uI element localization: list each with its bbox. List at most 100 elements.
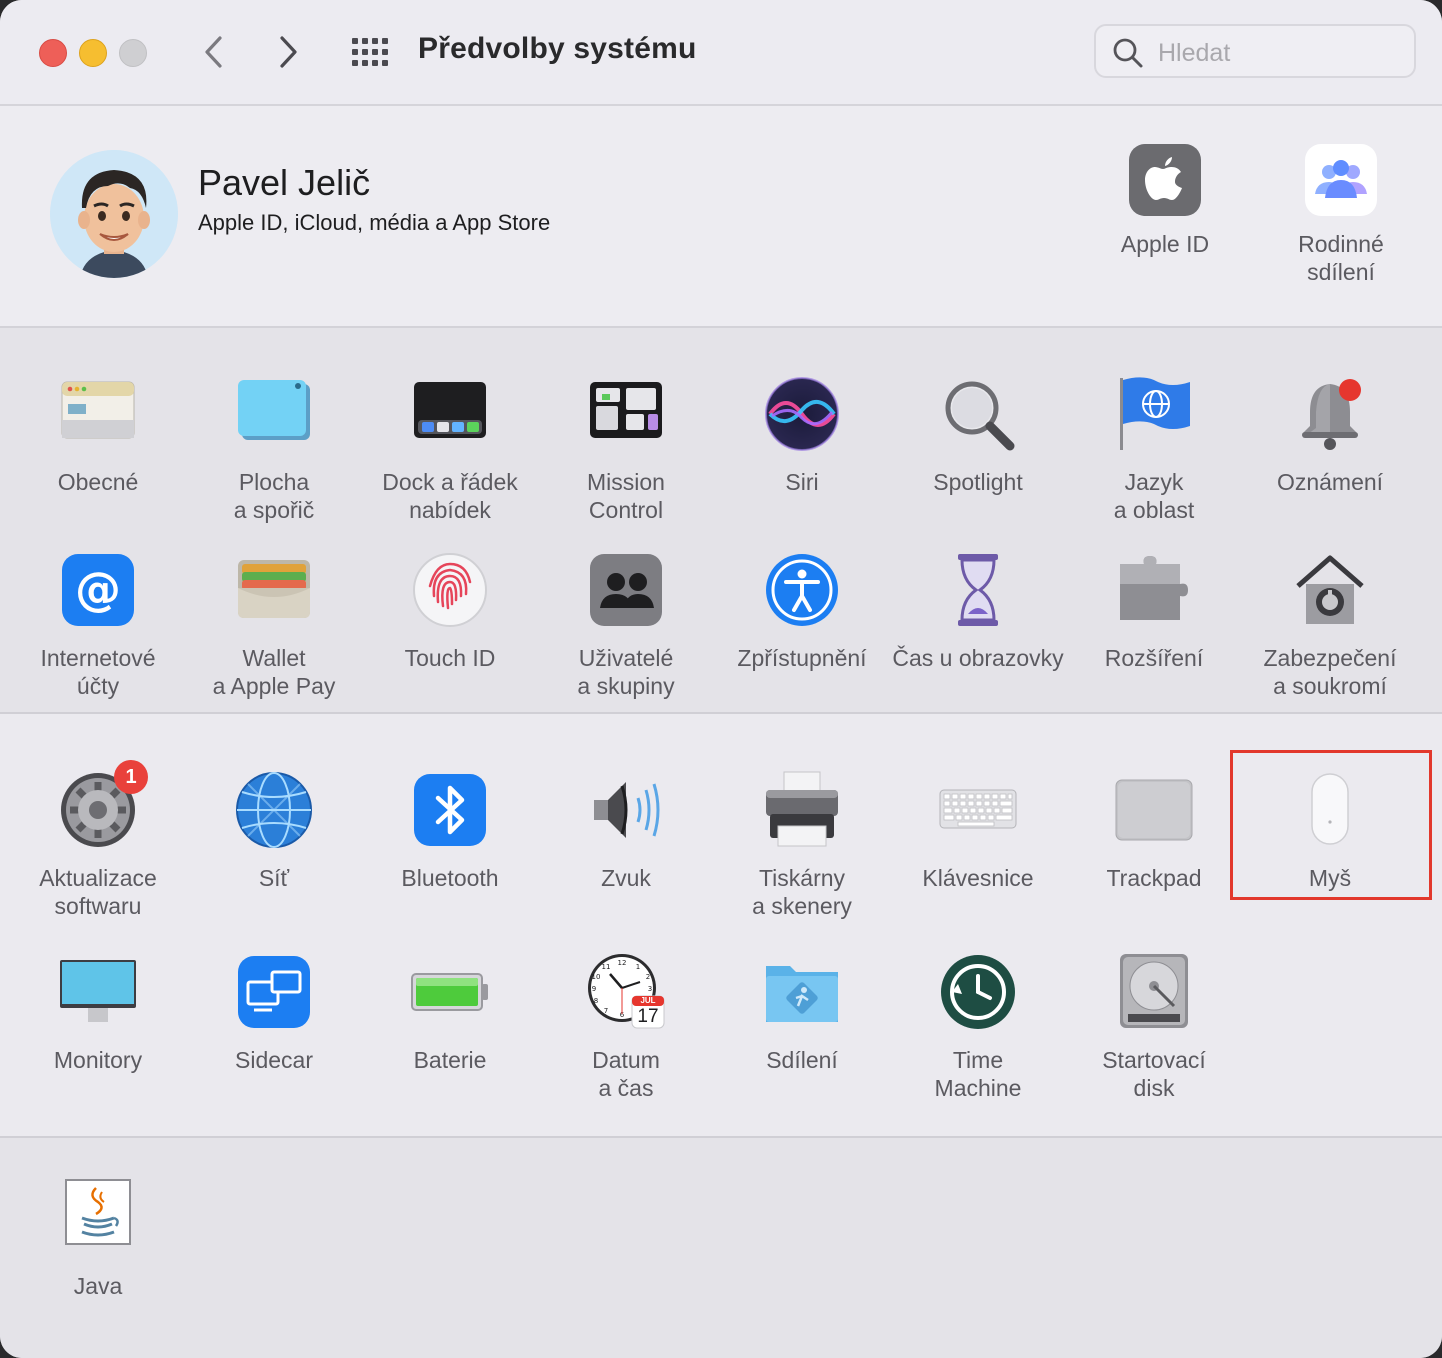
calendar-month: JUL (640, 996, 656, 1005)
pane-label: Wallet a Apple Pay (212, 645, 336, 699)
pane-network[interactable]: Síť (186, 770, 362, 892)
internet-accounts-icon: @ (58, 550, 138, 630)
avatar[interactable] (50, 150, 178, 278)
update-badge: 1 (114, 760, 148, 794)
pane-label: Zvuk (601, 865, 651, 891)
pane-internet-accounts[interactable]: @ Internetové účty (10, 550, 186, 700)
pane-siri[interactable]: Siri (714, 374, 890, 496)
pane-sound[interactable]: Zvuk (538, 770, 714, 892)
svg-text:12: 12 (618, 959, 627, 967)
search-input[interactable] (1156, 35, 1400, 71)
pane-general[interactable]: Obecné (10, 374, 186, 496)
other-panes-section: Java (0, 1138, 1442, 1358)
startup-disk-icon (1114, 952, 1194, 1032)
svg-text:3: 3 (648, 985, 652, 993)
apple-id-banner: Pavel Jelič Apple ID, iCloud, média a Ap… (0, 106, 1442, 328)
pane-label: Time Machine (934, 1047, 1022, 1101)
pane-trackpad[interactable]: Trackpad (1066, 770, 1242, 892)
pane-bluetooth[interactable]: Bluetooth (362, 770, 538, 892)
pane-startup-disk[interactable]: Startovací disk (1066, 952, 1242, 1102)
pane-family-sharing[interactable]: Rodinné sdílení (1253, 144, 1429, 286)
pane-label: Java (73, 1273, 123, 1299)
pane-mission-control[interactable]: Mission Control (538, 374, 714, 524)
pane-date-time[interactable]: 12123 4567 891011 JUL 17 Datum a čas (538, 952, 714, 1102)
back-button[interactable] (192, 30, 236, 74)
fingerprint-icon (410, 550, 490, 630)
search-icon (1113, 38, 1143, 68)
personal-panes-section: Obecné Plocha a spořič Dock a řádek nabí… (0, 328, 1442, 714)
puzzle-icon (1114, 550, 1194, 630)
pane-battery[interactable]: Baterie (362, 952, 538, 1074)
chevron-right-icon (280, 36, 297, 68)
pane-label: Dock a řádek nabídek (382, 469, 518, 523)
pane-sharing[interactable]: Sdílení (714, 952, 890, 1074)
pane-label: Monitory (53, 1047, 143, 1073)
printer-icon (762, 770, 842, 850)
hourglass-icon (938, 550, 1018, 630)
notification-bell-icon (1290, 374, 1370, 454)
keyboard-icon (938, 770, 1018, 850)
java-icon (58, 1178, 138, 1258)
pane-screen-time[interactable]: Čas u obrazovky (890, 550, 1066, 672)
pane-keyboard[interactable]: Klávesnice (890, 770, 1066, 892)
minimize-window-button[interactable] (79, 39, 107, 67)
accessibility-icon (762, 550, 842, 630)
pane-label: Sidecar (235, 1047, 313, 1073)
pane-wallet-applepay[interactable]: Wallet a Apple Pay (186, 550, 362, 700)
show-all-button[interactable] (350, 36, 390, 68)
pane-label: Jazyk a oblast (1113, 469, 1195, 523)
pane-sidecar[interactable]: Sidecar (186, 952, 362, 1074)
dock-icon (410, 374, 490, 454)
pane-label: Zpřístupnění (737, 645, 867, 671)
pane-label: Trackpad (1106, 865, 1202, 891)
svg-text:11: 11 (602, 963, 611, 971)
pane-security-privacy[interactable]: Zabezpečení a soukromí (1242, 550, 1418, 700)
pane-label: Datum a čas (592, 1047, 660, 1101)
security-house-icon (1290, 550, 1370, 630)
pane-time-machine[interactable]: Time Machine (890, 952, 1066, 1102)
pane-software-update[interactable]: 1 Aktualizace softwaru (10, 760, 186, 920)
date-time-clock-icon: 12123 4567 891011 JUL 17 (586, 952, 666, 1032)
user-subtitle: Apple ID, iCloud, média a App Store (198, 210, 551, 235)
sidecar-icon (234, 952, 314, 1032)
pane-extensions[interactable]: Rozšíření (1066, 550, 1242, 672)
window-title: Předvolby systému (418, 32, 697, 65)
close-window-button[interactable] (39, 39, 67, 67)
svg-text:7: 7 (604, 1007, 608, 1015)
siri-icon (762, 374, 842, 454)
pane-label: Siri (785, 469, 819, 495)
user-name[interactable]: Pavel Jelič (198, 162, 370, 204)
pane-desktop-screensaver[interactable]: Plocha a spořič (186, 374, 362, 524)
svg-text:8: 8 (594, 997, 598, 1005)
desktop-icon (234, 374, 314, 454)
pane-accessibility[interactable]: Zpřístupnění (714, 550, 890, 672)
pane-users-groups[interactable]: Uživatelé a skupiny (538, 550, 714, 700)
pane-notifications[interactable]: Oznámení (1242, 374, 1418, 496)
battery-icon (410, 952, 490, 1032)
pane-printers-scanners[interactable]: Tiskárny a skenery (714, 770, 890, 920)
time-machine-icon (938, 952, 1018, 1032)
svg-text:1: 1 (636, 963, 640, 971)
pane-label: Síť (258, 865, 290, 891)
pane-label: Plocha a spořič (233, 469, 315, 523)
search-box[interactable] (1094, 24, 1416, 78)
pane-label: Klávesnice (922, 865, 1034, 891)
pane-apple-id[interactable]: Apple ID (1077, 144, 1253, 258)
pane-java[interactable]: Java (10, 1178, 186, 1300)
pane-dock-menubar[interactable]: Dock a řádek nabídek (362, 374, 538, 524)
pane-label: Startovací disk (1102, 1047, 1206, 1101)
pane-spotlight[interactable]: Spotlight (890, 374, 1066, 496)
pane-language-region[interactable]: Jazyk a oblast (1066, 374, 1242, 524)
trackpad-icon (1114, 770, 1194, 850)
pane-touch-id[interactable]: Touch ID (362, 550, 538, 672)
monitor-icon (58, 952, 138, 1032)
hardware-panes-section: 1 Aktualizace softwaru Síť Bluetooth Zvu… (0, 714, 1442, 1138)
pane-displays[interactable]: Monitory (10, 952, 186, 1074)
users-groups-icon (586, 550, 666, 630)
forward-button[interactable] (266, 30, 310, 74)
network-globe-icon (234, 770, 314, 850)
pane-label: Tiskárny a skenery (752, 865, 852, 919)
pane-label: Obecné (57, 469, 139, 495)
pane-label: Uživatelé a skupiny (577, 645, 675, 699)
zoom-window-button[interactable] (119, 39, 147, 67)
